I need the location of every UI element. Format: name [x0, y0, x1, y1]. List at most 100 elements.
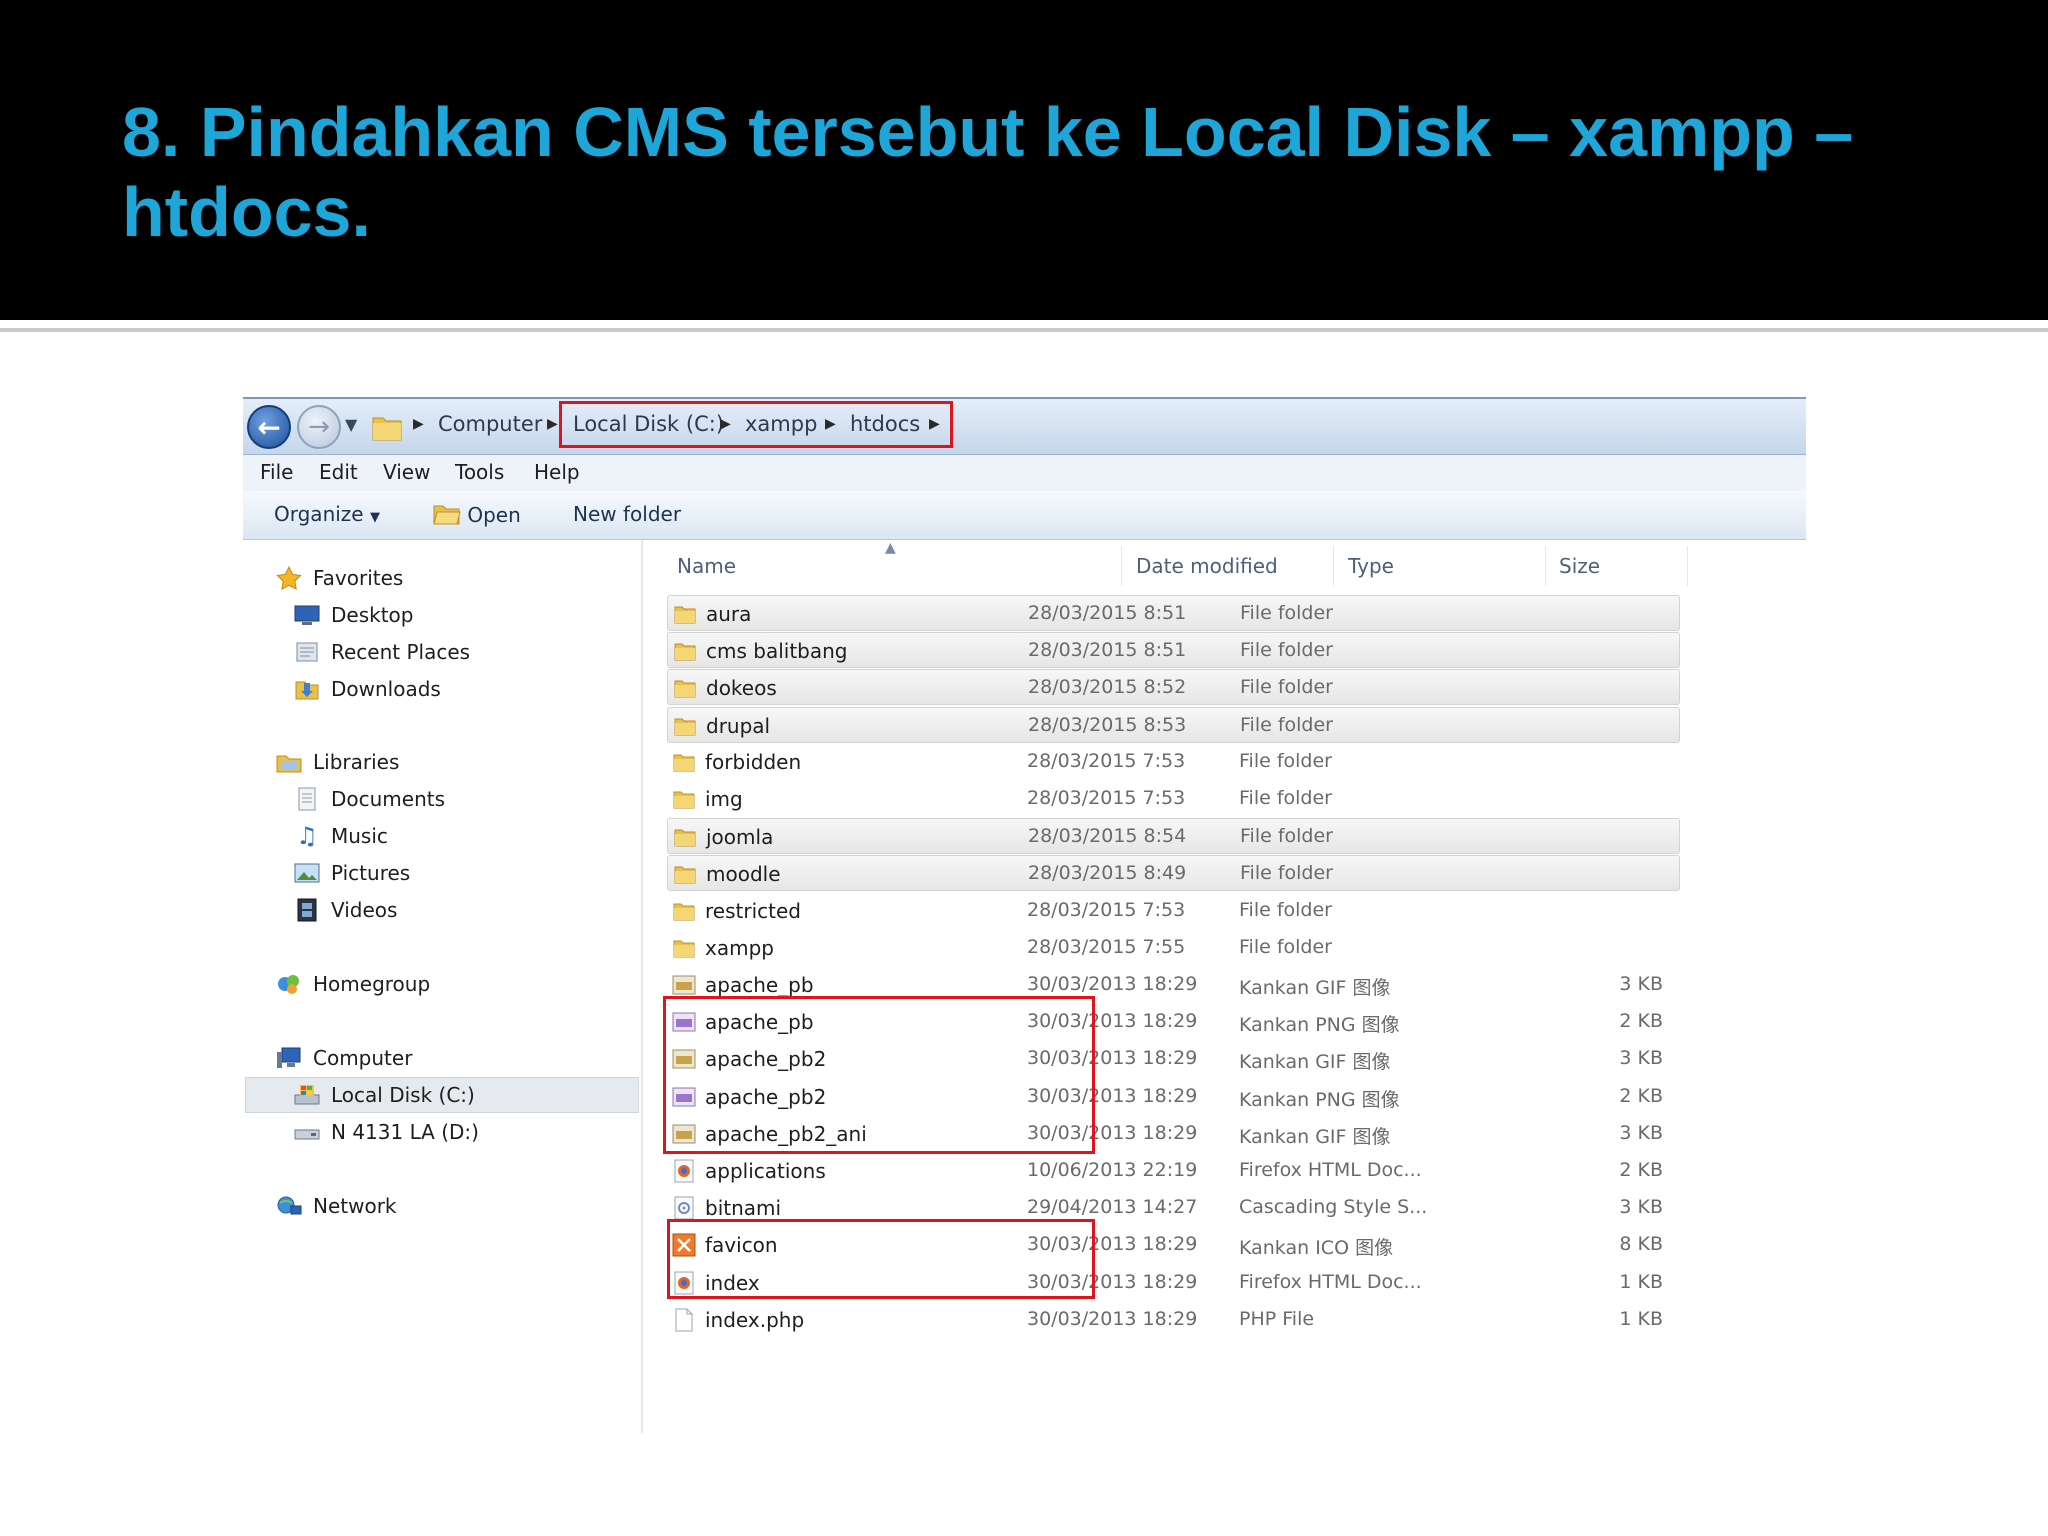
file-row[interactable]: xampp 28/03/2015 7:55 File folder	[667, 930, 1680, 966]
menu-file[interactable]: File	[260, 460, 293, 484]
file-type: File folder	[1239, 787, 1332, 809]
png-image-icon	[671, 1009, 697, 1035]
file-row[interactable]: img 28/03/2015 7:53 File folder	[667, 781, 1680, 817]
nav-local-disk-c[interactable]: Local Disk (C:)	[293, 1079, 475, 1111]
file-type: File folder	[1239, 750, 1332, 772]
file-name: apache_pb2	[705, 1085, 827, 1109]
file-date: 30/03/2013 18:29	[1027, 1047, 1198, 1069]
file-size: 3 KB	[1619, 1196, 1663, 1218]
firefox-document-icon	[671, 1158, 697, 1184]
file-row[interactable]: joomla 28/03/2015 8:54 File folder	[667, 818, 1680, 854]
nav-recent-places[interactable]: Recent Places	[293, 636, 470, 668]
file-row[interactable]: apache_pb 30/03/2013 18:29 Kankan PNG 图像 2 …	[667, 1004, 1680, 1040]
nav-documents[interactable]: Documents	[293, 783, 445, 815]
chevron-right-icon[interactable]: ▶	[825, 416, 836, 432]
menu-tools[interactable]: Tools	[455, 460, 504, 484]
folder-icon	[672, 861, 698, 887]
png-image-icon	[671, 1084, 697, 1110]
file-type: Kankan PNG 图像	[1239, 1014, 1400, 1036]
file-type: File folder	[1239, 899, 1332, 921]
breadcrumb-computer[interactable]: Computer	[438, 412, 542, 436]
breadcrumb-local-disk[interactable]: Local Disk (C:)	[573, 412, 724, 436]
column-header-type[interactable]: Type	[1348, 554, 1394, 578]
explorer-window: ← → ▼ ▶ Computer ▶ Local Disk (C:) ▶ xam…	[243, 397, 1806, 1433]
nav-favorites[interactable]: Favorites	[275, 562, 403, 594]
column-header-name[interactable]: Name	[677, 554, 736, 578]
file-row[interactable]: cms balitbang 28/03/2015 8:51 File folder	[667, 632, 1680, 668]
file-date: 30/03/2013 18:29	[1027, 1010, 1198, 1032]
menu-help[interactable]: Help	[534, 460, 580, 484]
file-date: 28/03/2015 8:52	[1028, 676, 1187, 698]
file-row[interactable]: moodle 28/03/2015 8:49 File folder	[667, 855, 1680, 891]
recent-pages-dropdown[interactable]: ▼	[345, 415, 357, 434]
file-date: 28/03/2015 7:53	[1027, 750, 1186, 772]
nav-label: Local Disk (C:)	[331, 1083, 475, 1107]
file-row[interactable]: bitnami 29/04/2013 14:27 Cascading Style S…	[667, 1190, 1680, 1226]
file-row[interactable]: applications 10/06/2013 22:19 Firefox HTML…	[667, 1153, 1680, 1189]
chevron-right-icon[interactable]: ▶	[720, 416, 731, 432]
file-row[interactable]: favicon 30/03/2013 18:29 Kankan ICO 图像 8 KB	[667, 1227, 1680, 1263]
column-separator	[1121, 546, 1122, 586]
back-arrow-icon: ←	[257, 410, 281, 444]
libraries-icon	[275, 750, 303, 774]
file-row[interactable]: aura 28/03/2015 8:51 File folder	[667, 595, 1680, 631]
file-type: Kankan PNG 图像	[1239, 1089, 1400, 1111]
forward-button[interactable]: →	[297, 405, 341, 449]
file-name: img	[705, 787, 743, 811]
nav-downloads[interactable]: Downloads	[293, 673, 441, 705]
nav-music[interactable]: ♫ Music	[293, 820, 388, 852]
nav-drive-d[interactable]: N 4131 LA (D:)	[293, 1116, 479, 1148]
desktop-icon	[293, 603, 321, 627]
chevron-right-icon[interactable]: ▶	[929, 416, 940, 432]
file-row[interactable]: index.php 30/03/2013 18:29 PHP File 1 KB	[667, 1302, 1680, 1338]
file-row[interactable]: dokeos 28/03/2015 8:52 File folder	[667, 669, 1680, 705]
file-row[interactable]: apache_pb2_ani 30/03/2013 18:29 Kankan GIF…	[667, 1116, 1680, 1152]
file-date: 10/06/2013 22:19	[1027, 1159, 1198, 1181]
folder-icon	[672, 824, 698, 850]
nav-libraries[interactable]: Libraries	[275, 746, 399, 778]
homegroup-icon	[275, 972, 303, 996]
file-date: 29/04/2013 14:27	[1027, 1196, 1198, 1218]
nav-videos[interactable]: Videos	[293, 894, 397, 926]
menu-bar: File Edit View Tools Help	[243, 455, 1806, 492]
nav-homegroup[interactable]: Homegroup	[275, 968, 430, 1000]
nav-label: Recent Places	[331, 640, 471, 664]
file-name: apache_pb2_ani	[705, 1122, 867, 1146]
file-name: apache_pb	[705, 1010, 814, 1034]
column-header-size[interactable]: Size	[1559, 554, 1600, 578]
nav-pictures[interactable]: Pictures	[293, 857, 410, 889]
menu-edit[interactable]: Edit	[319, 460, 358, 484]
file-row[interactable]: apache_pb2 30/03/2013 18:29 Kankan PNG 图像 2…	[667, 1079, 1680, 1115]
file-row[interactable]: apache_pb 30/03/2013 18:29 Kankan GIF 图像 3 …	[667, 967, 1680, 1003]
file-date: 28/03/2015 8:53	[1028, 714, 1187, 736]
file-name: xampp	[705, 936, 774, 960]
open-folder-icon	[433, 502, 461, 531]
file-row[interactable]: restricted 28/03/2015 7:53 File folder	[667, 893, 1680, 929]
breadcrumb-htdocs[interactable]: htdocs	[850, 412, 920, 436]
file-date: 30/03/2013 18:29	[1027, 1271, 1198, 1293]
folder-icon	[371, 412, 403, 442]
file-row[interactable]: drupal 28/03/2015 8:53 File folder	[667, 707, 1680, 743]
file-row[interactable]: apache_pb2 30/03/2013 18:29 Kankan GIF 图像 3…	[667, 1041, 1680, 1077]
computer-icon	[275, 1046, 303, 1070]
back-button[interactable]: ←	[247, 405, 291, 449]
slide-title: 8. Pindahkan CMS tersebut ke Local Disk …	[122, 93, 1854, 251]
organize-button[interactable]: Organize ▼	[274, 502, 380, 526]
file-date: 28/03/2015 8:54	[1028, 825, 1187, 847]
nav-label: Music	[331, 824, 388, 848]
column-header-date[interactable]: Date modified	[1136, 554, 1278, 578]
file-type: PHP File	[1239, 1308, 1315, 1330]
nav-computer[interactable]: Computer	[275, 1042, 412, 1074]
file-name: dokeos	[706, 676, 777, 700]
chevron-right-icon[interactable]: ▶	[547, 416, 558, 432]
file-name: favicon	[705, 1233, 778, 1257]
breadcrumb-xampp[interactable]: xampp	[745, 412, 817, 436]
nav-desktop[interactable]: Desktop	[293, 599, 413, 631]
new-folder-button[interactable]: New folder	[573, 502, 681, 526]
file-row[interactable]: forbidden 28/03/2015 7:53 File folder	[667, 744, 1680, 780]
open-button[interactable]: Open	[433, 502, 521, 531]
file-type: File folder	[1240, 602, 1333, 624]
nav-network[interactable]: Network	[275, 1190, 397, 1222]
menu-view[interactable]: View	[383, 460, 430, 484]
file-row[interactable]: index 30/03/2013 18:29 Firefox HTML Doc...…	[667, 1265, 1680, 1301]
